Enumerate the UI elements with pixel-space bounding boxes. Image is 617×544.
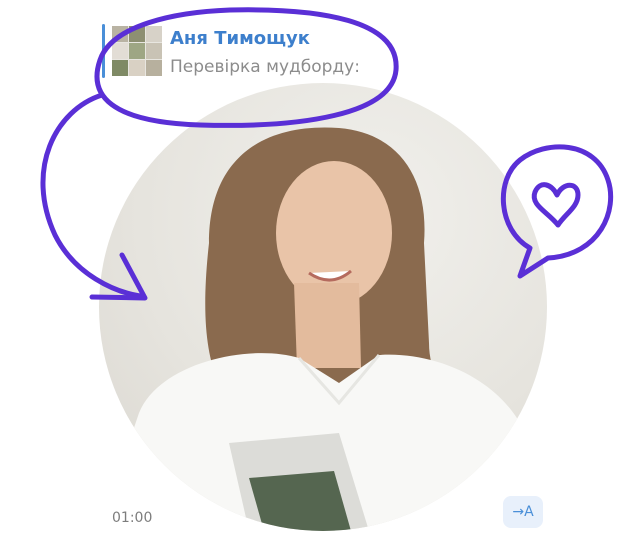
reply-quote[interactable]: Аня Тимощук Перевірка мудборду: bbox=[102, 24, 402, 80]
translate-button[interactable]: →A bbox=[503, 496, 543, 528]
heart-icon bbox=[531, 182, 581, 228]
reply-accent-bar bbox=[102, 24, 105, 78]
round-video-message[interactable] bbox=[99, 83, 547, 531]
message-time: 01:00 bbox=[112, 510, 153, 526]
reply-snippet: Перевірка мудборду: bbox=[170, 57, 360, 77]
reply-thumbnail bbox=[112, 26, 162, 76]
video-frame-illustration bbox=[99, 127, 547, 531]
reply-author-name: Аня Тимощук bbox=[170, 28, 311, 49]
